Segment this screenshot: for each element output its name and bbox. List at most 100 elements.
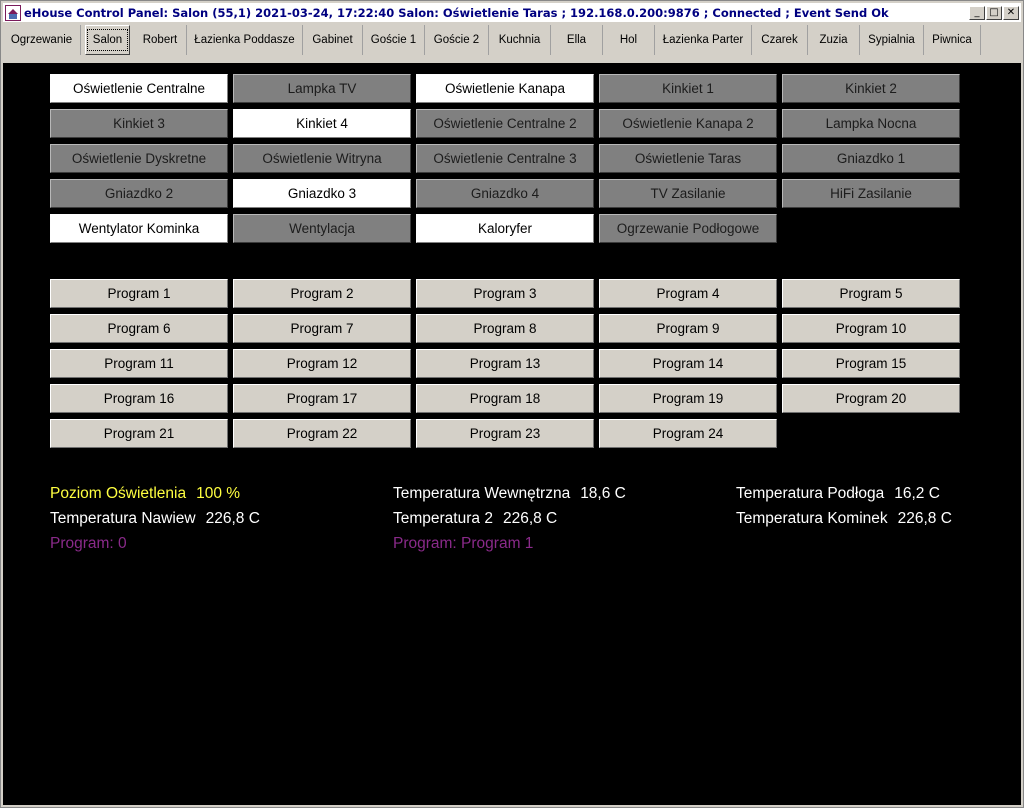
output-button[interactable]: Kinkiet 3: [50, 109, 228, 138]
output-button[interactable]: Lampka TV: [233, 74, 411, 103]
tab-ella[interactable]: Ella: [551, 25, 603, 55]
program-label: Program 1: [107, 286, 171, 301]
house-icon: [5, 4, 21, 21]
program-label: Program 11: [104, 356, 174, 371]
output-label: HiFi Zasilanie: [830, 186, 912, 201]
output-button[interactable]: TV Zasilanie: [599, 179, 777, 208]
program-label: Program 18: [469, 391, 541, 406]
output-button[interactable]: Oświetlenie Taras: [599, 144, 777, 173]
output-button[interactable]: Gniazdko 2: [50, 179, 228, 208]
tab-goscie-2[interactable]: Goście 2: [425, 25, 489, 55]
window-controls: _ □ ✕: [968, 5, 1019, 20]
tab-salon[interactable]: Salon: [85, 25, 130, 55]
program-label: Program 7: [290, 321, 354, 336]
program-button[interactable]: Program 14: [599, 349, 777, 378]
program-button[interactable]: Program 9: [599, 314, 777, 343]
output-label: Oświetlenie Dyskretne: [71, 151, 207, 166]
output-button[interactable]: Oświetlenie Centralne: [50, 74, 228, 103]
program-button[interactable]: Program 8: [416, 314, 594, 343]
output-button[interactable]: HiFi Zasilanie: [782, 179, 960, 208]
program-button[interactable]: Program 3: [416, 279, 594, 308]
output-label: Wentylacja: [289, 221, 355, 236]
program-button[interactable]: Program 2: [233, 279, 411, 308]
tab-label: Gabinet: [312, 34, 353, 46]
tab-piwnica[interactable]: Piwnica: [924, 25, 981, 55]
output-button[interactable]: Gniazdko 4: [416, 179, 594, 208]
output-label: Oświetlenie Kanapa: [444, 81, 566, 96]
output-label: Oświetlenie Witryna: [262, 151, 382, 166]
output-button[interactable]: Gniazdko 1: [782, 144, 960, 173]
tab-goscie-1[interactable]: Goście 1: [363, 25, 425, 55]
program-button[interactable]: Program 22: [233, 419, 411, 448]
output-button[interactable]: Ogrzewanie Podłogowe: [599, 214, 777, 243]
output-button[interactable]: Gniazdko 3: [233, 179, 411, 208]
program-button[interactable]: Program 13: [416, 349, 594, 378]
output-button[interactable]: Lampka Nocna: [782, 109, 960, 138]
output-label: Oświetlenie Centralne: [72, 81, 206, 96]
tab-lazienka-parter[interactable]: Łazienka Parter: [655, 25, 752, 55]
program-label: Program 21: [103, 426, 175, 441]
output-button[interactable]: Oświetlenie Centralne 2: [416, 109, 594, 138]
temp-inside-readout: Temperatura Wewnętrzna 18,6 C: [393, 485, 626, 503]
output-label: Gniazdko 3: [287, 186, 357, 201]
output-button[interactable]: Wentylator Kominka: [50, 214, 228, 243]
program-label: Program 9: [656, 321, 720, 336]
tab-czarek[interactable]: Czarek: [752, 25, 808, 55]
program-button[interactable]: Program 19: [599, 384, 777, 413]
tab-sypialnia[interactable]: Sypialnia: [860, 25, 924, 55]
program-label: Program 16: [103, 391, 175, 406]
program-button[interactable]: Program 20: [782, 384, 960, 413]
program-button[interactable]: Program 7: [233, 314, 411, 343]
temp-vent-readout: Temperatura Nawiew 226,8 C: [50, 510, 260, 528]
title-bar[interactable]: eHouse Control Panel: Salon (55,1) 2021-…: [3, 3, 1021, 22]
tab-zuzia[interactable]: Zuzia: [808, 25, 860, 55]
program-button[interactable]: Program 23: [416, 419, 594, 448]
room-tab-bar: Ogrzewanie Salon Robert Łazienka Poddasz…: [3, 24, 1021, 57]
program-button[interactable]: Program 15: [782, 349, 960, 378]
output-label: Ogrzewanie Podłogowe: [616, 221, 760, 236]
tab-label: Czarek: [761, 34, 798, 46]
program-button[interactable]: Program 24: [599, 419, 777, 448]
tab-label: Goście 2: [433, 34, 480, 46]
output-button[interactable]: Wentylacja: [233, 214, 411, 243]
tab-robert[interactable]: Robert: [134, 25, 187, 55]
program-button[interactable]: Program 6: [50, 314, 228, 343]
program-button[interactable]: Program 12: [233, 349, 411, 378]
output-button[interactable]: Oświetlenie Dyskretne: [50, 144, 228, 173]
output-label: Kinkiet 3: [113, 116, 165, 131]
output-label: Oświetlenie Centralne 3: [433, 151, 577, 166]
minimize-button[interactable]: _: [969, 5, 985, 20]
program-button[interactable]: Program 17: [233, 384, 411, 413]
program-button[interactable]: Program 1: [50, 279, 228, 308]
output-button[interactable]: Kaloryfer: [416, 214, 594, 243]
output-button[interactable]: Oświetlenie Centralne 3: [416, 144, 594, 173]
temp-fireplace-readout: Temperatura Kominek 226,8 C: [736, 510, 952, 528]
program-button[interactable]: Program 11: [50, 349, 228, 378]
program-button[interactable]: Program 5: [782, 279, 960, 308]
close-button[interactable]: ✕: [1003, 5, 1019, 20]
tab-lazienka-poddasze[interactable]: Łazienka Poddasze: [187, 25, 303, 55]
program-button[interactable]: Program 16: [50, 384, 228, 413]
tab-label: Sypialnia: [868, 34, 915, 46]
output-button[interactable]: Kinkiet 2: [782, 74, 960, 103]
tab-hol[interactable]: Hol: [603, 25, 655, 55]
tab-ogrzewanie[interactable]: Ogrzewanie: [3, 25, 81, 55]
output-button[interactable]: Oświetlenie Kanapa 2: [599, 109, 777, 138]
output-button[interactable]: Oświetlenie Kanapa: [416, 74, 594, 103]
temp-floor-readout: Temperatura Podłoga 16,2 C: [736, 485, 940, 503]
tab-kuchnia[interactable]: Kuchnia: [489, 25, 551, 55]
program-button[interactable]: Program 21: [50, 419, 228, 448]
program-button[interactable]: Program 10: [782, 314, 960, 343]
output-button[interactable]: Kinkiet 1: [599, 74, 777, 103]
maximize-button[interactable]: □: [986, 5, 1002, 20]
program-label: Program 23: [469, 426, 541, 441]
program-button[interactable]: Program 18: [416, 384, 594, 413]
output-button[interactable]: Kinkiet 4: [233, 109, 411, 138]
output-label: Oświetlenie Taras: [634, 151, 742, 166]
output-button[interactable]: Oświetlenie Witryna: [233, 144, 411, 173]
temp-vent-value: 226,8 C: [205, 510, 260, 527]
tab-gabinet[interactable]: Gabinet: [303, 25, 363, 55]
program-button[interactable]: Program 4: [599, 279, 777, 308]
program-label: Program 19: [652, 391, 724, 406]
tab-label: Łazienka Parter: [662, 34, 744, 46]
